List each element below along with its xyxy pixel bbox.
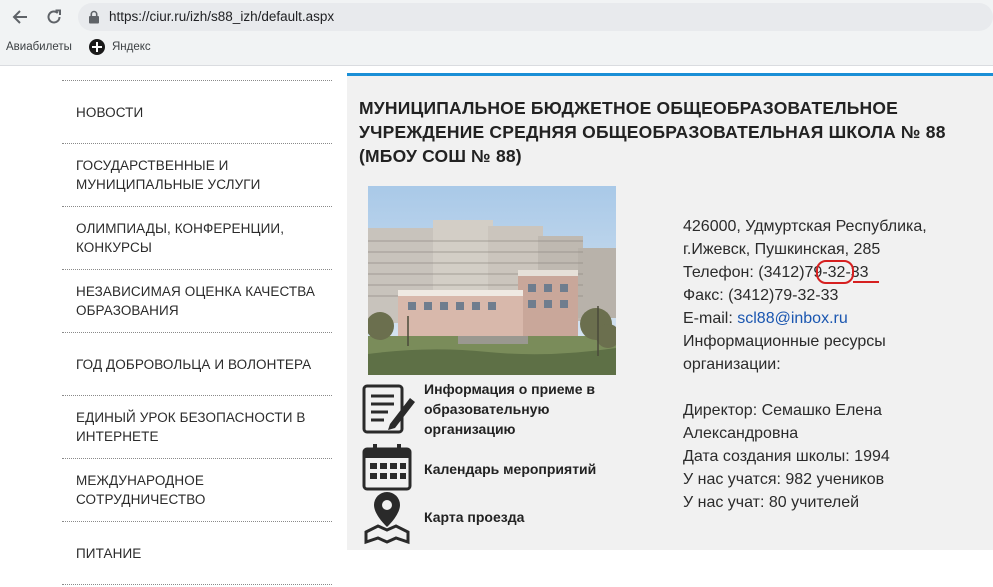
map-pin-icon [360,488,418,546]
director-line-2: Александровна [683,425,799,442]
sidebar-item-nutrition[interactable]: ПИТАНИЕ [62,521,332,584]
sidebar-item-label: ПИТАНИЕ [76,545,142,561]
students-line: У нас учатся: 982 учеников [683,471,885,488]
bookmark-yandex[interactable]: Яндекс [112,41,151,53]
email-line: E-mail: scl88@inbox.ru [683,307,983,330]
phone-label: Телефон: (3412) [683,264,805,281]
sidebar-item-internet-safety[interactable]: ЕДИНЫЙ УРОК БЕЗОПАСНОСТИ В ИНТЕРНЕТЕ [62,395,332,458]
sidebar-item-international[interactable]: МЕЖДУНАРОДНОЕ СОТРУДНИЧЕСТВО [62,458,332,521]
sidebar-item-label: ГОСУДАРСТВЕННЫЕ И МУНИЦИПАЛЬНЫЕ УСЛУГИ [76,158,261,192]
email-link[interactable]: scl88@inbox.ru [737,310,848,327]
yandex-plus-icon[interactable] [89,39,105,55]
annotation-underline [853,281,879,283]
annotation-circle [816,260,854,284]
teachers-line: У нас учат: 80 учителей [683,494,860,511]
sidebar-item-label: ГОД ДОБРОВОЛЬЦА И ВОЛОНТЕРА [76,356,312,372]
phone-line: Телефон: (3412)79-32-33 [683,260,983,284]
address-line-2: г.Ижевск, Пушкинская, 285 [683,241,881,258]
back-arrow-icon[interactable] [8,5,32,29]
contact-info: 426000, Удмуртская Республика, г.Ижевск,… [683,215,983,514]
founded-line: Дата создания школы: 1994 [683,448,890,465]
sidebar-item-label: ЕДИНЫЙ УРОК БЕЗОПАСНОСТИ В ИНТЕРНЕТЕ [76,410,306,444]
sidebar-menu: НОВОСТИ ГОСУДАРСТВЕННЫЕ И МУНИЦИПАЛЬНЫЕ … [62,80,332,585]
bookmarks-bar: Авиабилеты Яндекс [0,36,993,60]
url-text[interactable]: https://ciur.ru/izh/s88_izh/default.aspx [109,9,334,24]
school-photo [368,186,616,375]
events-calendar-label[interactable]: Календарь мероприятий [424,459,624,479]
sidebar-item-volunteer-year[interactable]: ГОД ДОБРОВОЛЬЦА И ВОЛОНТЕРА [62,332,332,395]
bookmark-aviabilety[interactable]: Авиабилеты [6,41,72,53]
resources-line-1: Информационные ресурсы [683,333,886,350]
sidebar-item-label: НЕЗАВИСИМАЯ ОЦЕНКА КАЧЕСТВА ОБРАЗОВАНИЯ [76,284,316,318]
divider [62,584,332,585]
sidebar-item-quality-assessment[interactable]: НЕЗАВИСИМАЯ ОЦЕНКА КАЧЕСТВА ОБРАЗОВАНИЯ [62,269,332,332]
resources-line-2: организации: [683,356,781,373]
document-pen-icon [360,380,418,438]
sidebar-item-state-services[interactable]: ГОСУДАРСТВЕННЫЕ И МУНИЦИПАЛЬНЫЕ УСЛУГИ [62,143,332,206]
directions-map-link[interactable]: Карта проезда [360,488,624,546]
lock-icon[interactable] [88,10,100,29]
address-line-1: 426000, Удмуртская Республика, [683,218,927,235]
directions-map-label[interactable]: Карта проезда [424,507,624,527]
admission-info-label[interactable]: Информация о приеме в образовательную ор… [424,379,624,439]
address-bar[interactable]: https://ciur.ru/izh/s88_izh/default.aspx [78,3,993,31]
fax-line: Факс: (3412)79-32-33 [683,287,839,304]
sidebar-item-label: МЕЖДУНАРОДНОЕ СОТРУДНИЧЕСТВО [76,473,206,507]
sidebar-item-label: НОВОСТИ [76,104,144,120]
browser-toolbar: https://ciur.ru/izh/s88_izh/default.aspx… [0,0,993,66]
reload-icon[interactable] [42,5,66,29]
sidebar-item-news[interactable]: НОВОСТИ [62,80,332,143]
director-line-1: Директор: Семашко Елена [683,402,882,419]
sidebar-item-olympiads[interactable]: ОЛИМПИАДЫ, КОНФЕРЕНЦИИ, КОНКУРСЫ [62,206,332,269]
sidebar-item-label: ОЛИМПИАДЫ, КОНФЕРЕНЦИИ, КОНКУРСЫ [76,221,285,255]
page-title: МУНИЦИПАЛЬНОЕ БЮДЖЕТНОЕ ОБЩЕОБРАЗОВАТЕЛЬ… [359,98,946,166]
admission-info-link[interactable]: Информация о приеме в образовательную ор… [360,379,624,439]
school-info-panel: МУНИЦИПАЛЬНОЕ БЮДЖЕТНОЕ ОБЩЕОБРАЗОВАТЕЛЬ… [347,73,993,550]
email-label: E-mail: [683,310,738,327]
